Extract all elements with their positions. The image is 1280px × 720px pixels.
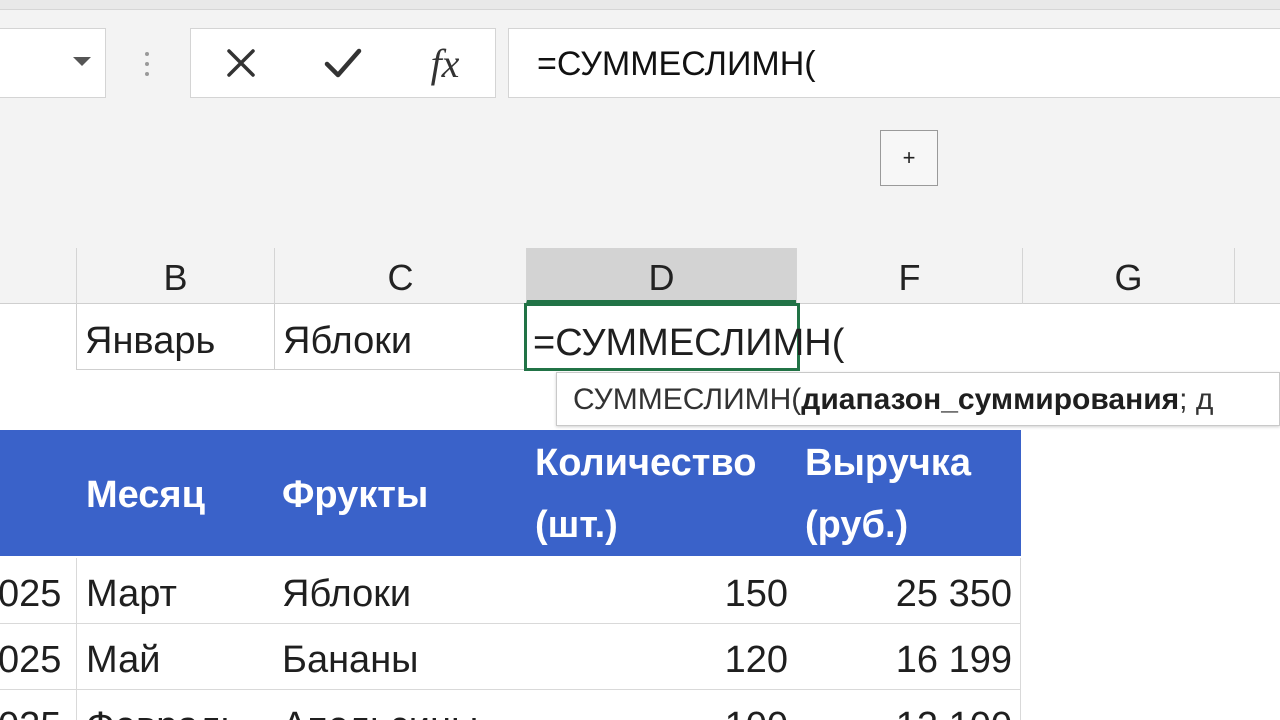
header-fruit[interactable]: Фрукты (282, 474, 428, 517)
table-row: 025 Март Яблоки 150 25 350 (0, 558, 1021, 624)
ribbon-edge (0, 0, 1280, 10)
function-signature-tooltip[interactable]: СУММЕСЛИМН(диапазон_суммирования; д (556, 372, 1280, 426)
cell-revenue[interactable]: 12 100 (796, 690, 1012, 720)
header-month[interactable]: Месяц (86, 474, 205, 517)
insert-function-button[interactable]: fx (405, 29, 485, 97)
cancel-button[interactable] (201, 29, 281, 97)
formula-buttons: fx (190, 28, 496, 98)
cell-revenue[interactable]: 16 199 (796, 624, 1012, 690)
cell-b-criteria[interactable]: Январь (76, 304, 274, 370)
column-header-c[interactable]: C (274, 248, 526, 304)
header-quantity-line2: (шт.) (535, 504, 618, 546)
active-cell-editor[interactable]: =СУММЕСЛИМН( (524, 303, 844, 371)
column-header-g[interactable]: G (1022, 248, 1234, 304)
checkmark-icon (324, 48, 362, 78)
cell-quantity[interactable]: 150 (526, 558, 788, 624)
cell-revenue[interactable]: 25 350 (796, 558, 1012, 624)
cell-month[interactable]: Февраль (86, 690, 240, 720)
header-revenue-line2: (руб.) (805, 504, 909, 546)
cell-c-criteria[interactable]: Яблоки (274, 304, 526, 370)
cell-quantity[interactable]: 100 (526, 690, 788, 720)
table-header: Месяц Фрукты Количество (шт.) Выручка (р… (0, 430, 1021, 556)
cell-month[interactable]: Май (86, 624, 160, 690)
table-row: 025 Февраль Апельсины 100 12 100 (0, 690, 1021, 720)
expand-formula-bar-button[interactable]: + (880, 130, 938, 186)
cell-quantity[interactable]: 120 (526, 624, 788, 690)
column-header-b[interactable]: B (76, 248, 274, 304)
tooltip-rest: ; д (1179, 383, 1214, 416)
cell-fruit[interactable]: Бананы (282, 624, 419, 690)
formula-bar-grip[interactable] (142, 52, 152, 88)
header-revenue-line1[interactable]: Выручка (805, 442, 971, 485)
cell-fruit[interactable]: Апельсины (282, 690, 478, 720)
column-header-d[interactable]: D (526, 248, 796, 304)
header-quantity-line1[interactable]: Количество (535, 442, 756, 485)
table-row: 025 Май Бананы 120 16 199 (0, 624, 1021, 690)
column-header-next[interactable] (1234, 248, 1280, 304)
cell-month[interactable]: Март (86, 558, 177, 624)
chevron-down-icon[interactable] (73, 57, 91, 66)
cell-fruit[interactable]: Яблоки (282, 558, 411, 624)
criteria-row: Январь Яблоки =СУММЕСЛИМН( (0, 303, 1280, 372)
cell-year[interactable]: 025 (0, 690, 61, 720)
tooltip-current-argument[interactable]: диапазон_суммирования (801, 383, 1179, 416)
cell-year[interactable]: 025 (0, 624, 61, 690)
cell-year[interactable]: 025 (0, 558, 61, 624)
close-icon (227, 49, 255, 77)
column-header-row: B C D F G (0, 248, 1280, 304)
formula-input[interactable]: =СУММЕСЛИМН( (508, 28, 1280, 98)
tooltip-function-name: СУММЕСЛИМН( (573, 383, 802, 416)
name-box[interactable] (0, 28, 106, 98)
column-header-f[interactable]: F (796, 248, 1022, 304)
enter-button[interactable] (303, 29, 383, 97)
